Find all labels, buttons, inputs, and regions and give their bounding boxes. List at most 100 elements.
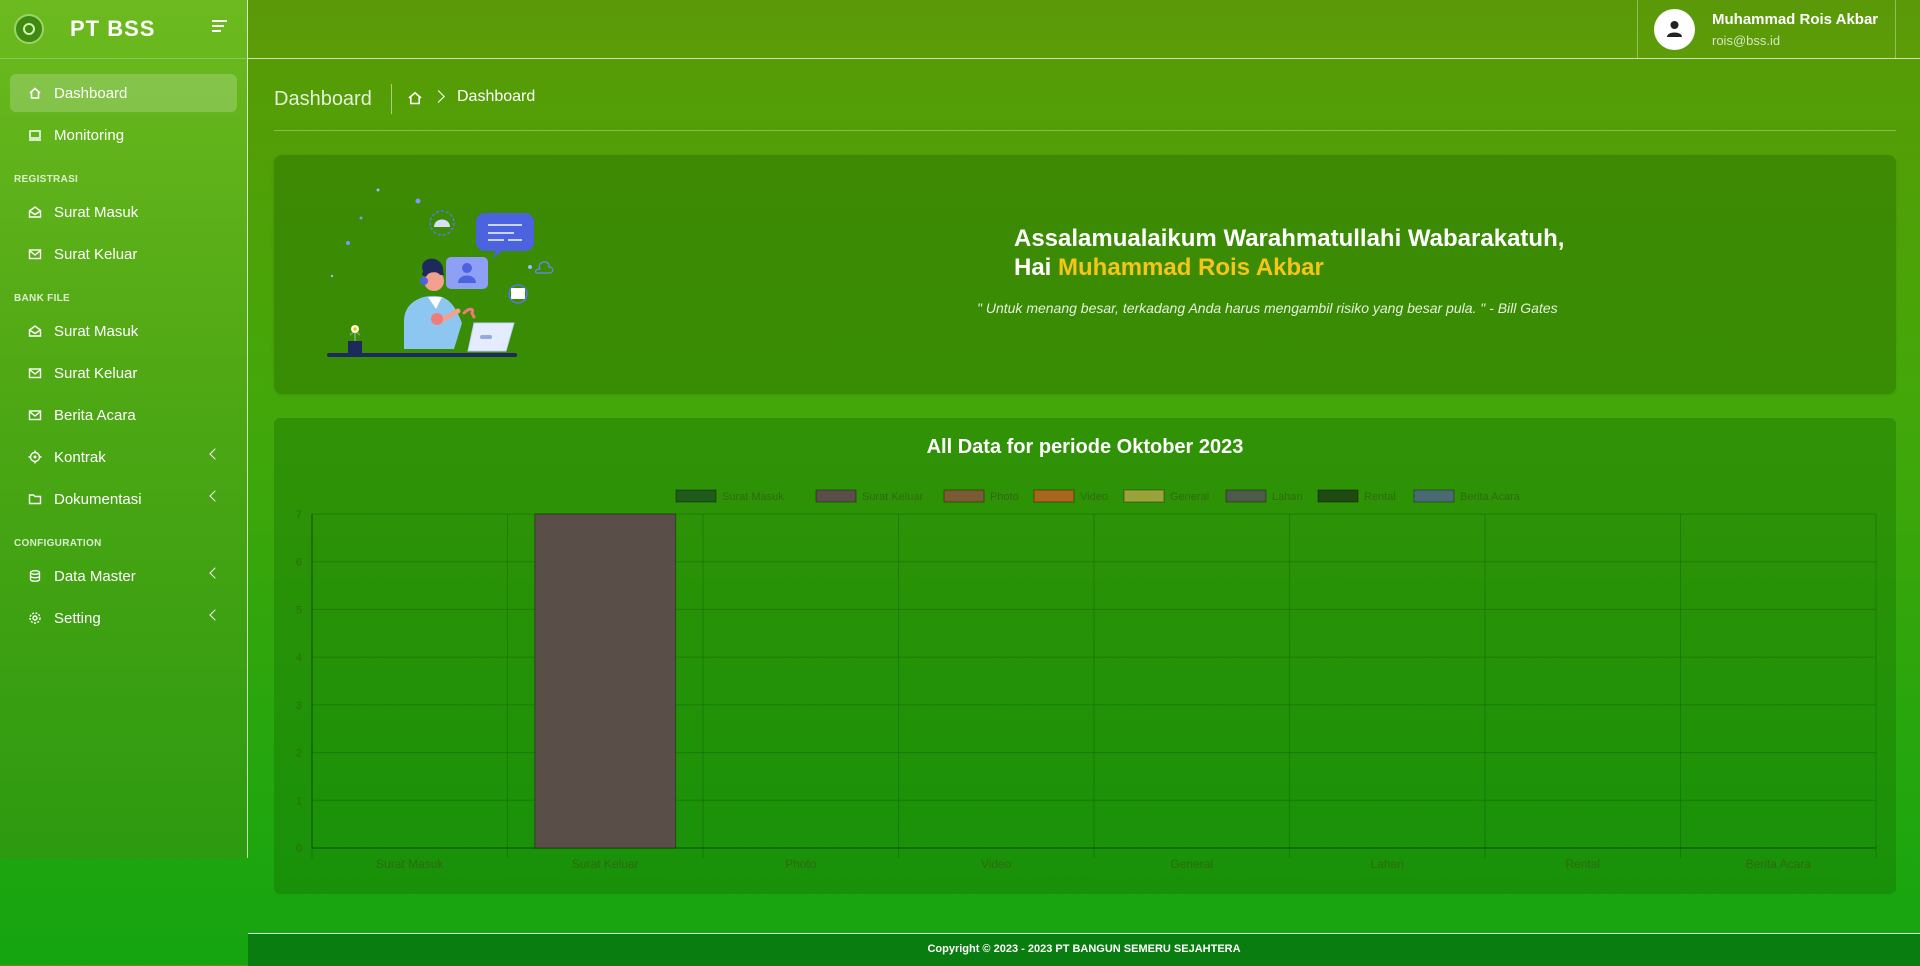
chevron-left-icon [209, 609, 221, 621]
gear-icon [28, 611, 42, 625]
sidebar-item-bank-surat-masuk[interactable]: Surat Masuk [10, 312, 237, 350]
sidebar-item-label: Kontrak [54, 448, 106, 466]
welcome-card: Assalamualaikum Warahmatullahi Wabarakat… [274, 155, 1896, 394]
sidebar-item-label: Surat Keluar [54, 245, 138, 263]
section-title-configuration: CONFIGURATION [14, 538, 102, 549]
y-tick-label: 3 [296, 700, 302, 712]
greeting-user-name: Muhammad Rois Akbar [1058, 254, 1324, 281]
sidebar-item-data-master[interactable]: Data Master [10, 557, 237, 595]
y-tick-label: 7 [296, 509, 302, 521]
bar-chart: Surat Masuk Surat Keluar Photo Video General… [296, 489, 1877, 871]
user-email: rois@bss.id [1712, 33, 1781, 48]
chevron-left-icon [209, 490, 221, 502]
sidebar-item-setting[interactable]: Setting [10, 599, 237, 637]
chevron-right-icon [432, 90, 445, 103]
x-tick-label: Surat Masuk [376, 857, 444, 871]
footer: Copyright © 2023 - 2023 PT BANGUN SEMERU… [248, 933, 1920, 966]
user-icon [1667, 21, 1682, 37]
legend-swatch [675, 489, 717, 503]
sidebar-item-label: Dashboard [54, 84, 128, 102]
legend-swatch [1123, 489, 1165, 503]
sidebar-item-label: Berita Acara [54, 406, 136, 424]
home-icon[interactable] [407, 90, 423, 111]
brand-name: PT BSS [70, 16, 156, 41]
sidebar-item-registrasi-surat-masuk[interactable]: Surat Masuk [10, 193, 237, 231]
section-title-bank-file: BANK FILE [14, 293, 71, 304]
legend-label: Berita Acara [1460, 491, 1521, 503]
legend-label: General [1170, 491, 1209, 503]
database-icon [28, 569, 42, 583]
legend-swatch [1225, 489, 1267, 503]
envelope-icon [28, 366, 42, 380]
footer-copyright: Copyright © 2023 - 2023 PT BANGUN SEMERU… [927, 943, 1241, 955]
monitor-icon [28, 128, 42, 142]
folder-icon [28, 492, 42, 506]
chevron-left-icon [209, 448, 221, 460]
sidebar: PT BSS Dashboard Monitoring REGISTRASI S… [0, 0, 248, 858]
sidebar-item-dashboard[interactable]: Dashboard [10, 74, 237, 112]
divider [391, 84, 392, 114]
legend-label: Surat Masuk [722, 491, 784, 503]
home-icon [28, 86, 42, 100]
quote: " Untuk menang besar, terkadang Anda har… [977, 300, 1558, 316]
brand-logo [14, 14, 44, 44]
bar [534, 513, 677, 849]
sidebar-item-label: Data Master [54, 567, 136, 585]
legend-label: Rental [1364, 491, 1396, 503]
menu-toggle-icon[interactable] [212, 20, 228, 34]
sidebar-item-label: Setting [54, 609, 101, 627]
sidebar-item-label: Surat Keluar [54, 364, 138, 382]
x-tick-label: Photo [785, 857, 817, 871]
section-title-registrasi: REGISTRASI [14, 174, 79, 185]
envelope-icon [28, 408, 42, 422]
sidebar-item-label: Dokumentasi [54, 490, 142, 508]
sidebar-item-label: Monitoring [54, 126, 125, 144]
user-name: Muhammad Rois Akbar [1712, 11, 1879, 28]
brand: PT BSS [0, 0, 247, 59]
sidebar-item-bank-surat-keluar[interactable]: Surat Keluar [10, 354, 237, 392]
topbar: Muhammad Rois Akbar rois@bss.id [248, 0, 1920, 59]
y-tick-label: 2 [296, 748, 302, 760]
sidebar-item-dokumentasi[interactable]: Dokumentasi [10, 480, 237, 518]
sidebar-item-label: Surat Masuk [54, 203, 139, 221]
envelope-open-icon [28, 205, 42, 219]
sidebar-item-kontrak[interactable]: Kontrak [10, 438, 237, 476]
legend-label: Photo [990, 491, 1019, 503]
greeting-hi: Hai [1014, 254, 1052, 281]
x-tick-label: Surat Keluar [572, 857, 639, 871]
x-tick-label: Lahan [1371, 857, 1404, 871]
greeting: Assalamualaikum Warahmatullahi Wabarakat… [1014, 225, 1565, 252]
greeting-name-line: Hai Muhammad Rois Akbar [1014, 254, 1324, 282]
sidebar-item-berita-acara[interactable]: Berita Acara [10, 396, 237, 434]
sidebar-nav: Dashboard Monitoring REGISTRASI Surat Ma… [0, 59, 247, 637]
legend-label: Video [1080, 491, 1108, 503]
y-tick-label: 0 [296, 843, 302, 855]
avatar [1654, 9, 1695, 50]
x-tick-label: General [1170, 857, 1213, 871]
chart-card: All Data for periode Oktober 2023 Surat … [274, 418, 1896, 894]
y-tick-label: 5 [296, 604, 302, 616]
x-tick-label: Berita Acara [1746, 857, 1812, 871]
legend-swatch [943, 489, 985, 503]
legend-label: Surat Keluar [862, 491, 923, 503]
sidebar-item-registrasi-surat-keluar[interactable]: Surat Keluar [10, 235, 237, 273]
welcome-illustration [324, 185, 584, 380]
envelope-open-icon [28, 324, 42, 338]
x-tick-label: Video [981, 857, 1012, 871]
y-tick-label: 6 [296, 557, 302, 569]
page-header: Dashboard Dashboard [274, 82, 1896, 131]
legend-label: Lahan [1272, 491, 1303, 503]
sidebar-item-label: Surat Masuk [54, 322, 139, 340]
legend-swatch [1413, 489, 1455, 503]
x-tick-label: Rental [1565, 857, 1600, 871]
page-title: Dashboard [274, 88, 372, 110]
breadcrumb: Dashboard [457, 88, 536, 105]
legend-swatch [1033, 489, 1075, 503]
y-tick-label: 4 [296, 652, 302, 664]
legend-swatch [815, 489, 857, 503]
sidebar-item-monitoring[interactable]: Monitoring [10, 116, 237, 154]
chevron-left-icon [209, 567, 221, 579]
y-tick-label: 1 [296, 795, 302, 807]
target-icon [28, 450, 42, 464]
user-menu[interactable]: Muhammad Rois Akbar rois@bss.id [1637, 0, 1896, 59]
